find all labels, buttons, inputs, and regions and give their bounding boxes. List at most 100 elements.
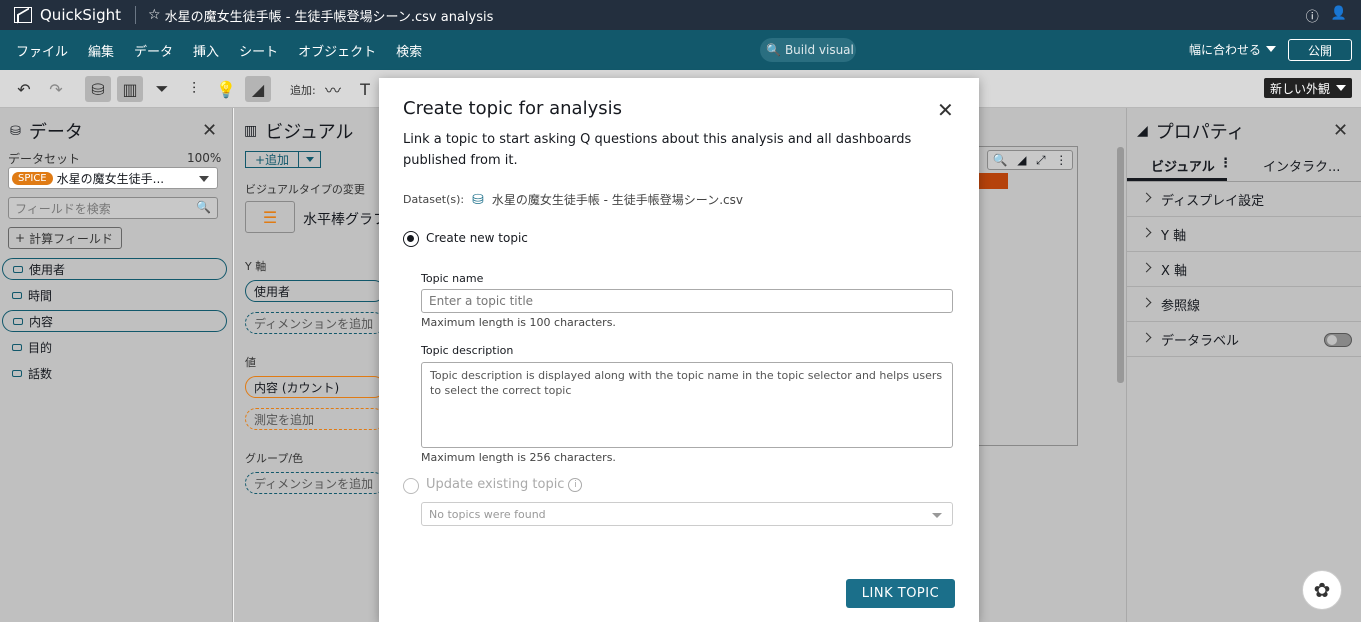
canvas-scrollbar[interactable] bbox=[1117, 147, 1124, 383]
topic-description-hint: Maximum length is 256 characters. bbox=[421, 451, 616, 464]
add-label: 追加: bbox=[290, 84, 316, 97]
add-visual-icon[interactable]: 〰 bbox=[320, 76, 346, 102]
close-icon[interactable]: ✕ bbox=[937, 98, 954, 122]
dimension-icon bbox=[13, 265, 23, 273]
topic-name-hint: Maximum length is 100 characters. bbox=[421, 316, 616, 329]
more-options-icon[interactable]: ⋮ bbox=[1055, 153, 1067, 167]
dataset-select[interactable]: SPICE 水星の魔女生徒手... bbox=[8, 167, 218, 189]
visual-menu: 🔍 ◢ ⤢ ⋮ bbox=[987, 150, 1073, 170]
add-dimension-well[interactable]: ディメンションを追加 bbox=[245, 312, 380, 334]
visual-type-name: 水平棒グラフ bbox=[303, 212, 380, 228]
prop-row-label: ディスプレイ設定 bbox=[1161, 193, 1265, 209]
create-new-topic-radio[interactable] bbox=[403, 231, 419, 247]
quicksight-logo[interactable]: QuickSight bbox=[0, 6, 121, 24]
redo-icon[interactable]: ↷ bbox=[43, 76, 69, 102]
add-group-dimension-well[interactable]: ディメンションを追加 bbox=[245, 472, 380, 494]
update-existing-topic-radio[interactable] bbox=[403, 478, 419, 494]
topic-name-label: Topic name bbox=[421, 272, 484, 285]
field-purpose[interactable]: 目的 bbox=[2, 336, 227, 358]
parameters-icon[interactable]: ⫶ bbox=[181, 76, 207, 102]
menu-data[interactable]: データ bbox=[134, 41, 173, 60]
undo-icon[interactable]: ↶ bbox=[11, 76, 37, 102]
prop-row-label: データラベル bbox=[1161, 333, 1240, 349]
prop-x-axis[interactable]: X 軸 bbox=[1127, 252, 1361, 287]
field-label: 目的 bbox=[28, 340, 53, 355]
field-label: 話数 bbox=[28, 366, 53, 381]
visual-frame[interactable] bbox=[978, 146, 1078, 446]
data-panel: ⛁ データ ✕ データセット 100% SPICE 水星の魔女生徒手... フィ… bbox=[0, 108, 233, 622]
favorite-star-icon[interactable]: ☆ bbox=[148, 7, 161, 23]
prop-data-labels[interactable]: データラベル bbox=[1127, 322, 1361, 357]
search-icon: 🔍 bbox=[196, 200, 211, 214]
plus-icon: + bbox=[254, 152, 266, 167]
add-button[interactable]: + 追加 bbox=[245, 151, 299, 168]
existing-topic-select[interactable]: No topics were found bbox=[421, 502, 953, 526]
bar-chart-icon[interactable]: ▥ bbox=[117, 76, 143, 102]
chevron-down-icon bbox=[305, 157, 314, 162]
database-icon[interactable]: ⛁ bbox=[85, 76, 111, 102]
field-user[interactable]: 使用者 bbox=[2, 258, 227, 280]
close-icon[interactable]: ✕ bbox=[202, 120, 217, 141]
add-calculated-field-button[interactable]: + 計算フィールド bbox=[8, 227, 122, 249]
topic-name-input[interactable]: Enter a topic title bbox=[421, 289, 953, 313]
info-icon[interactable]: i bbox=[568, 477, 583, 492]
value-field-well[interactable]: 内容 (カウント) bbox=[245, 376, 380, 398]
theme-icon[interactable]: ◢ bbox=[245, 76, 271, 102]
properties-icon: ◢ bbox=[1137, 123, 1148, 139]
insight-icon[interactable]: ◢ bbox=[1017, 153, 1026, 167]
field-content[interactable]: 内容 bbox=[2, 310, 227, 332]
user-icon[interactable]: 👤 bbox=[1331, 6, 1347, 25]
data-panel-title-text: データ bbox=[28, 122, 83, 143]
prop-reference-lines[interactable]: 参照線 bbox=[1127, 287, 1361, 322]
y-axis-field-well[interactable]: 使用者 bbox=[245, 280, 380, 302]
analysis-title: 水星の魔女生徒手帳 - 生徒手帳登場シーン.csv analysis bbox=[164, 9, 494, 25]
dimension-icon bbox=[13, 317, 23, 325]
dimension-icon bbox=[12, 343, 22, 351]
add-dropdown[interactable] bbox=[299, 151, 321, 168]
prop-y-axis[interactable]: Y 軸 bbox=[1127, 217, 1361, 252]
assistant-button[interactable]: ✿ bbox=[1302, 570, 1342, 610]
menu-search[interactable]: 検索 bbox=[396, 41, 422, 60]
publish-button[interactable]: 公開 bbox=[1288, 39, 1352, 61]
topic-description-textarea[interactable]: Topic description is displayed along wit… bbox=[421, 362, 953, 448]
menu-object[interactable]: オブジェクト bbox=[298, 41, 376, 60]
insights-icon[interactable]: 💡 bbox=[213, 76, 239, 102]
close-icon[interactable]: ✕ bbox=[1333, 120, 1348, 141]
tab-visual[interactable]: ビジュアル bbox=[1151, 156, 1215, 175]
dataset-name: 水星の魔女生徒手帳 - 生徒手帳登場シーン.csv bbox=[491, 193, 743, 207]
tab-menu-icon[interactable]: ⋮ bbox=[1219, 156, 1232, 171]
tab-interactions[interactable]: インタラク... bbox=[1263, 156, 1340, 175]
y-axis-label: Y 軸 bbox=[245, 260, 267, 273]
add-visual-button[interactable]: + 追加 bbox=[245, 151, 321, 168]
help-icon[interactable]: ⓘ bbox=[1306, 6, 1319, 25]
chevron-down-icon[interactable] bbox=[1266, 46, 1276, 52]
dataset-name: 水星の魔女生徒手... bbox=[56, 171, 165, 186]
update-existing-text: Update existing topic bbox=[426, 477, 565, 492]
topic-description-label: Topic description bbox=[421, 344, 514, 357]
dataset-line: Dataset(s): ⛁ 水星の魔女生徒手帳 - 生徒手帳登場シーン.csv bbox=[403, 191, 743, 208]
text-icon[interactable]: T bbox=[352, 76, 378, 102]
link-topic-button[interactable]: LINK TOPIC bbox=[846, 579, 955, 608]
fit-width-dropdown[interactable]: 幅に合わせる bbox=[1189, 41, 1261, 58]
group-color-label: グループ/色 bbox=[245, 452, 304, 465]
add-measure-well[interactable]: 測定を追加 bbox=[245, 408, 380, 430]
field-time[interactable]: 時間 bbox=[2, 284, 227, 306]
chevron-down-icon bbox=[1336, 85, 1346, 91]
menu-sheet[interactable]: シート bbox=[239, 41, 278, 60]
new-look-dropdown[interactable]: 新しい外観 bbox=[1264, 78, 1352, 98]
data-labels-toggle[interactable] bbox=[1324, 333, 1352, 347]
menu-insert[interactable]: 挿入 bbox=[193, 41, 219, 60]
chevron-down-icon bbox=[932, 513, 942, 518]
chart-bar[interactable] bbox=[978, 173, 1008, 189]
field-search-input[interactable]: フィールドを検索 🔍 bbox=[8, 197, 218, 219]
build-visual-button[interactable]: 🔍 Build visual bbox=[760, 38, 856, 62]
expand-icon[interactable]: ⤢ bbox=[1036, 153, 1046, 168]
filter-icon[interactable]: ⏷ bbox=[149, 76, 175, 102]
field-episode[interactable]: 話数 bbox=[2, 362, 227, 384]
search-icon[interactable]: 🔍 bbox=[993, 153, 1008, 167]
chevron-right-icon bbox=[1141, 332, 1152, 343]
menu-file[interactable]: ファイル bbox=[16, 41, 68, 60]
visual-type-button[interactable]: ☰ bbox=[245, 201, 295, 233]
menu-edit[interactable]: 編集 bbox=[88, 41, 114, 60]
prop-display-settings[interactable]: ディスプレイ設定 bbox=[1127, 182, 1361, 217]
